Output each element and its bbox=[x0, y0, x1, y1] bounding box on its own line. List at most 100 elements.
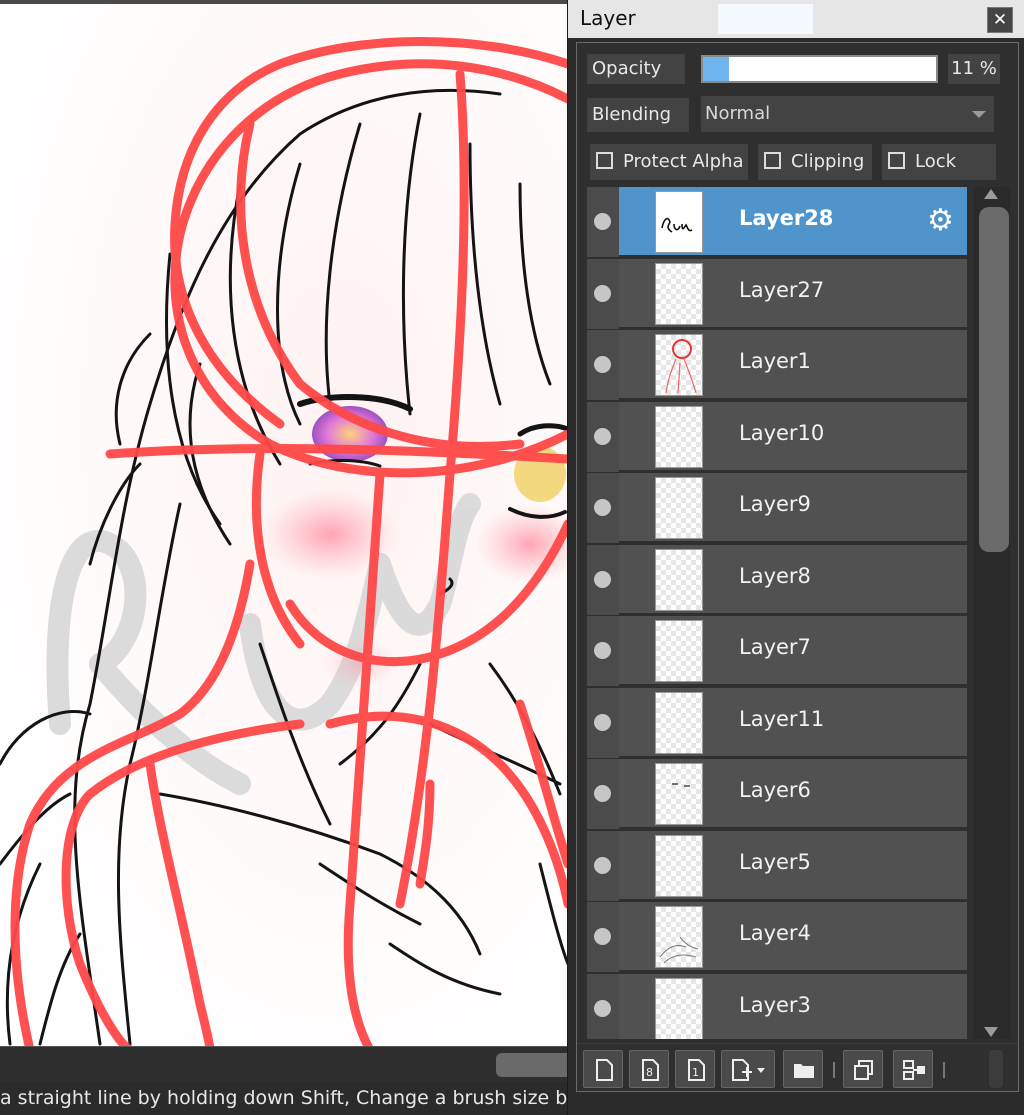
layer-thumbnail bbox=[655, 262, 703, 325]
layer-name: Layer27 bbox=[739, 277, 825, 302]
folder-icon bbox=[794, 1064, 814, 1078]
opacity-slider[interactable] bbox=[701, 55, 938, 83]
scroll-down-arrow-icon[interactable] bbox=[984, 1027, 998, 1037]
layer-name: Layer5 bbox=[739, 849, 811, 874]
layer-name: Layer1 bbox=[739, 349, 811, 373]
visibility-toggle[interactable] bbox=[587, 830, 619, 901]
layer-row[interactable]: Layer9 bbox=[587, 473, 967, 543]
layer-name: Layer10 bbox=[739, 420, 825, 445]
visibility-dot-icon bbox=[594, 713, 611, 731]
layer-toolbar: 8 1 bbox=[577, 1043, 1018, 1091]
blending-value: Normal bbox=[705, 103, 771, 124]
visibility-dot-icon bbox=[594, 213, 611, 230]
layer-thumbnail bbox=[655, 691, 703, 754]
layer-name: Layer4 bbox=[739, 921, 811, 945]
layer-row[interactable]: Layer11 bbox=[587, 687, 967, 758]
add-layer-menu-button[interactable] bbox=[721, 1050, 775, 1088]
visibility-dot-icon bbox=[594, 499, 611, 516]
layer-row[interactable]: Layer7 bbox=[587, 616, 967, 686]
layer-name: Layer6 bbox=[739, 778, 811, 802]
artwork bbox=[0, 4, 568, 1046]
status-hint: a straight line by holding down Shift, C… bbox=[0, 1087, 579, 1109]
close-button[interactable]: ✕ bbox=[987, 7, 1013, 33]
clipping-label: Clipping bbox=[791, 151, 865, 172]
layer-row[interactable]: Layer3 bbox=[587, 973, 967, 1039]
layer-row[interactable]: Layer28 ⚙ bbox=[587, 187, 967, 257]
scroll-up-arrow-icon[interactable] bbox=[984, 189, 998, 199]
new-1bit-layer-icon: 1 bbox=[688, 1059, 705, 1081]
checkbox-icon bbox=[888, 152, 905, 169]
layer-row[interactable]: Layer27 bbox=[587, 258, 967, 329]
layer-name: Layer8 bbox=[739, 563, 811, 588]
layer-row[interactable]: Layer10 bbox=[587, 401, 967, 472]
new-8bit-layer-button[interactable]: 8 bbox=[629, 1050, 669, 1088]
layer-thumbnail bbox=[655, 620, 703, 682]
layer-panel: Layer ✕ Opacity 11 % Blending Normal Pro… bbox=[567, 0, 1024, 1115]
add-layer-menu-icon bbox=[732, 1059, 765, 1081]
lock-checkbox[interactable]: Lock bbox=[882, 144, 996, 180]
layer-name: Layer28 bbox=[739, 206, 834, 230]
visibility-dot-icon bbox=[594, 284, 611, 302]
duplicate-layer-icon bbox=[854, 1060, 873, 1080]
layer-list: Layer28 ⚙ Layer27 Layer1 Layer10 Layer9 Layer8… bbox=[587, 187, 971, 1039]
visibility-toggle[interactable] bbox=[587, 973, 619, 1039]
visibility-toggle[interactable] bbox=[587, 187, 619, 257]
toolbar-grip[interactable] bbox=[989, 1050, 1003, 1088]
new-folder-button[interactable] bbox=[783, 1050, 823, 1088]
visibility-dot-icon bbox=[594, 356, 611, 373]
layer-thumbnail bbox=[655, 548, 703, 611]
layer-row[interactable]: Layer6 bbox=[587, 759, 967, 829]
drawing-canvas[interactable] bbox=[0, 0, 568, 1046]
layer-thumbnail bbox=[655, 405, 703, 468]
layer-panel-body: Opacity 11 % Blending Normal Protect Alp… bbox=[576, 42, 1019, 1092]
new-8bit-layer-icon: 8 bbox=[642, 1059, 659, 1081]
clipping-checkbox[interactable]: Clipping bbox=[758, 144, 872, 180]
blending-select[interactable]: Normal bbox=[701, 96, 994, 132]
layer-thumbnail bbox=[655, 334, 703, 396]
new-1bit-layer-button[interactable]: 1 bbox=[675, 1050, 715, 1088]
new-layer-button[interactable] bbox=[583, 1050, 623, 1088]
visibility-dot-icon bbox=[594, 999, 611, 1017]
visibility-toggle[interactable] bbox=[587, 258, 619, 329]
layer-thumbnail bbox=[655, 763, 703, 825]
gear-icon[interactable]: ⚙ bbox=[927, 206, 954, 236]
layer-thumbnail bbox=[655, 477, 703, 539]
layer-list-scrollbar[interactable] bbox=[974, 187, 1010, 1039]
visibility-toggle[interactable] bbox=[587, 330, 619, 400]
visibility-toggle[interactable] bbox=[587, 401, 619, 472]
chevron-down-icon bbox=[972, 111, 986, 118]
new-layer-icon bbox=[596, 1059, 613, 1081]
layer-thumbnail bbox=[655, 191, 703, 253]
opacity-value[interactable]: 11 % bbox=[948, 54, 1000, 84]
layer-thumbnail bbox=[655, 834, 703, 897]
layer-thumbnail bbox=[655, 906, 703, 968]
opacity-label: Opacity bbox=[587, 54, 685, 84]
svg-text:1: 1 bbox=[692, 1066, 699, 1079]
canvas-horizontal-scrollbar[interactable] bbox=[0, 1046, 568, 1082]
layer-row[interactable]: Layer1 bbox=[587, 330, 967, 400]
visibility-toggle[interactable] bbox=[587, 902, 619, 972]
checkbox-icon bbox=[596, 152, 613, 169]
visibility-toggle[interactable] bbox=[587, 616, 619, 686]
layer-row[interactable]: Layer4 bbox=[587, 902, 967, 972]
protect-alpha-checkbox[interactable]: Protect Alpha bbox=[590, 144, 748, 180]
layer-thumbnail bbox=[655, 977, 703, 1039]
visibility-toggle[interactable] bbox=[587, 544, 619, 615]
visibility-toggle[interactable] bbox=[587, 473, 619, 543]
visibility-toggle[interactable] bbox=[587, 687, 619, 758]
layer-row[interactable]: Layer8 bbox=[587, 544, 967, 615]
panel-titlebar[interactable]: Layer ✕ bbox=[568, 0, 1024, 38]
blending-label: Blending bbox=[587, 98, 689, 132]
layer-name: Layer3 bbox=[739, 992, 811, 1017]
duplicate-layer-button[interactable] bbox=[843, 1050, 883, 1088]
layer-row[interactable]: Layer5 bbox=[587, 830, 967, 901]
layer-name: Layer9 bbox=[739, 492, 811, 516]
visibility-dot-icon bbox=[594, 570, 611, 588]
merge-layer-button[interactable] bbox=[893, 1050, 933, 1088]
checkbox-icon bbox=[764, 152, 781, 169]
close-icon: ✕ bbox=[992, 10, 1008, 30]
visibility-toggle[interactable] bbox=[587, 759, 619, 829]
scrollbar-thumb[interactable] bbox=[496, 1053, 568, 1077]
visibility-dot-icon bbox=[594, 427, 611, 445]
scrollbar-thumb[interactable] bbox=[979, 207, 1009, 552]
